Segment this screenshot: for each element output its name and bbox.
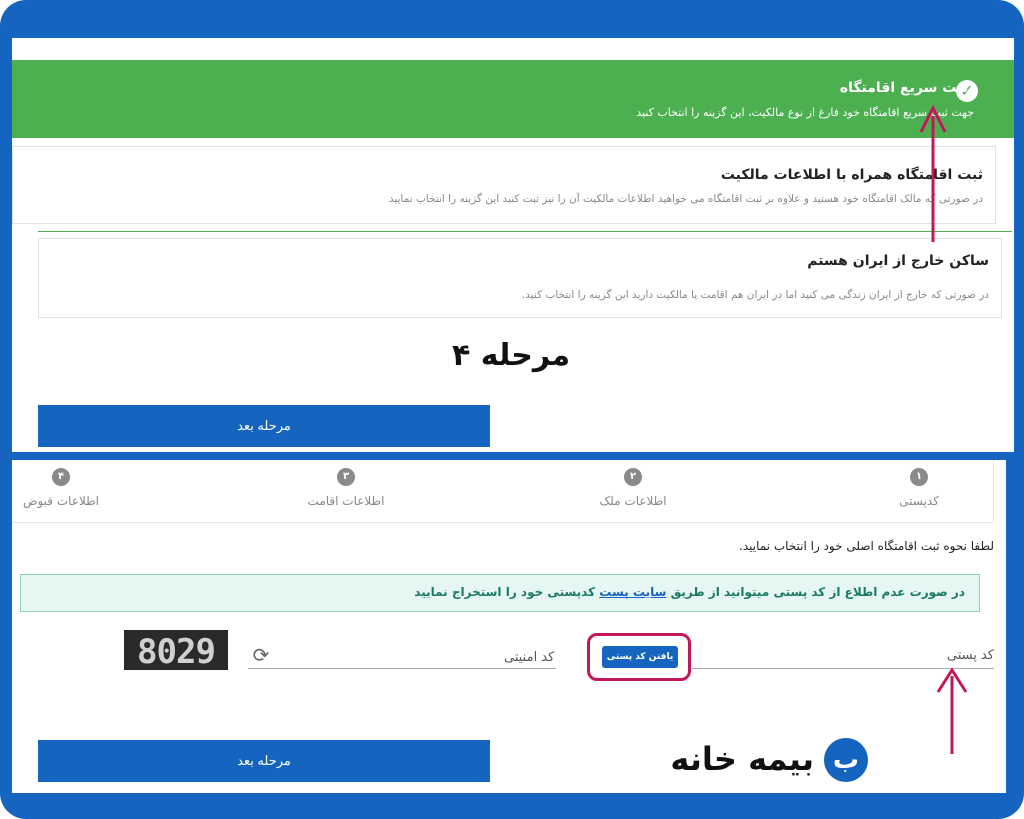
- instruction-text: لطفا نحوه ثبت اقامتگاه اصلی خود را انتخا…: [739, 539, 994, 553]
- logo-text: بیمه خانه: [670, 740, 814, 778]
- logo-mark-icon: ب: [824, 738, 868, 782]
- next-button-bottom[interactable]: مرحله بعد: [38, 740, 490, 782]
- step-number: ۳: [337, 468, 355, 486]
- stage-label: مرحله ۴: [452, 338, 571, 373]
- stepper: ۱ کدپستی ۲ اطلاعات ملک ۳ اطلاعات اقامت ۴…: [12, 460, 994, 523]
- captcha-text: 8029: [137, 632, 216, 672]
- top-panel: ✓ ثبت سریع اقامتگاه جهت ثبت سریع اقامتگا…: [12, 38, 1014, 452]
- step-label: کدپستی: [899, 494, 939, 508]
- step-label: اطلاعات قبوض: [22, 494, 100, 508]
- up-arrow-icon: [936, 667, 968, 754]
- security-code-label: کد امنیتی: [504, 650, 555, 665]
- step-postal[interactable]: ۱ کدپستی: [859, 468, 979, 508]
- refresh-icon[interactable]: ⟳: [250, 644, 272, 666]
- brand-logo: ب بیمه خانه: [638, 738, 868, 784]
- info-alert: در صورت عدم اطلاع از کد پستی میتوانید از…: [20, 574, 980, 612]
- step-number: ۲: [624, 468, 642, 486]
- abroad-option[interactable]: ساکن خارج از ایران هستم در صورتی که خارج…: [38, 238, 1002, 318]
- next-button[interactable]: مرحله بعد: [38, 405, 490, 447]
- bottom-panel: ۱ کدپستی ۲ اطلاعات ملک ۳ اطلاعات اقامت ۴…: [12, 460, 1006, 793]
- ownership-desc: در صورتی که مالک اقامتگاه خود هستید و عل…: [388, 193, 983, 205]
- ownership-option[interactable]: ثبت اقامتگاه همراه با اطلاعات مالکیت در …: [12, 146, 996, 224]
- post-site-link[interactable]: سایت پست: [599, 585, 666, 599]
- alert-text-after: کدپستی خود را استخراج نمایید: [414, 585, 596, 599]
- up-arrow-icon: [919, 104, 947, 242]
- step-label: اطلاعات اقامت: [307, 494, 385, 508]
- find-postal-code-button[interactable]: یافتن کد پستی: [602, 646, 678, 668]
- step-bills[interactable]: ۴ اطلاعات قبوض: [12, 468, 121, 508]
- alert-text: در صورت عدم اطلاع از کد پستی میتوانید از…: [414, 585, 965, 599]
- abroad-desc: در صورتی که خارج از ایران زندگی می کنید …: [521, 289, 989, 301]
- step-property[interactable]: ۲ اطلاعات ملک: [573, 468, 693, 508]
- step-number: ۱: [910, 468, 928, 486]
- abroad-title: ساکن خارج از ایران هستم: [807, 253, 989, 269]
- captcha-image: 8029: [124, 630, 228, 672]
- quick-register-option[interactable]: ✓ ثبت سریع اقامتگاه جهت ثبت سریع اقامتگا…: [12, 60, 1014, 138]
- find-button-highlight: یافتن کد پستی: [587, 633, 691, 681]
- quick-register-title: ثبت سریع اقامتگاه: [839, 80, 968, 96]
- step-number: ۴: [52, 468, 70, 486]
- step-label: اطلاعات ملک: [599, 494, 667, 508]
- step-residence[interactable]: ۳ اطلاعات اقامت: [286, 468, 406, 508]
- security-code-input[interactable]: [248, 668, 556, 669]
- postal-code-label: کد پستی: [946, 648, 994, 663]
- alert-text-before: در صورت عدم اطلاع از کد پستی میتوانید از…: [670, 585, 965, 599]
- divider: [38, 231, 1012, 232]
